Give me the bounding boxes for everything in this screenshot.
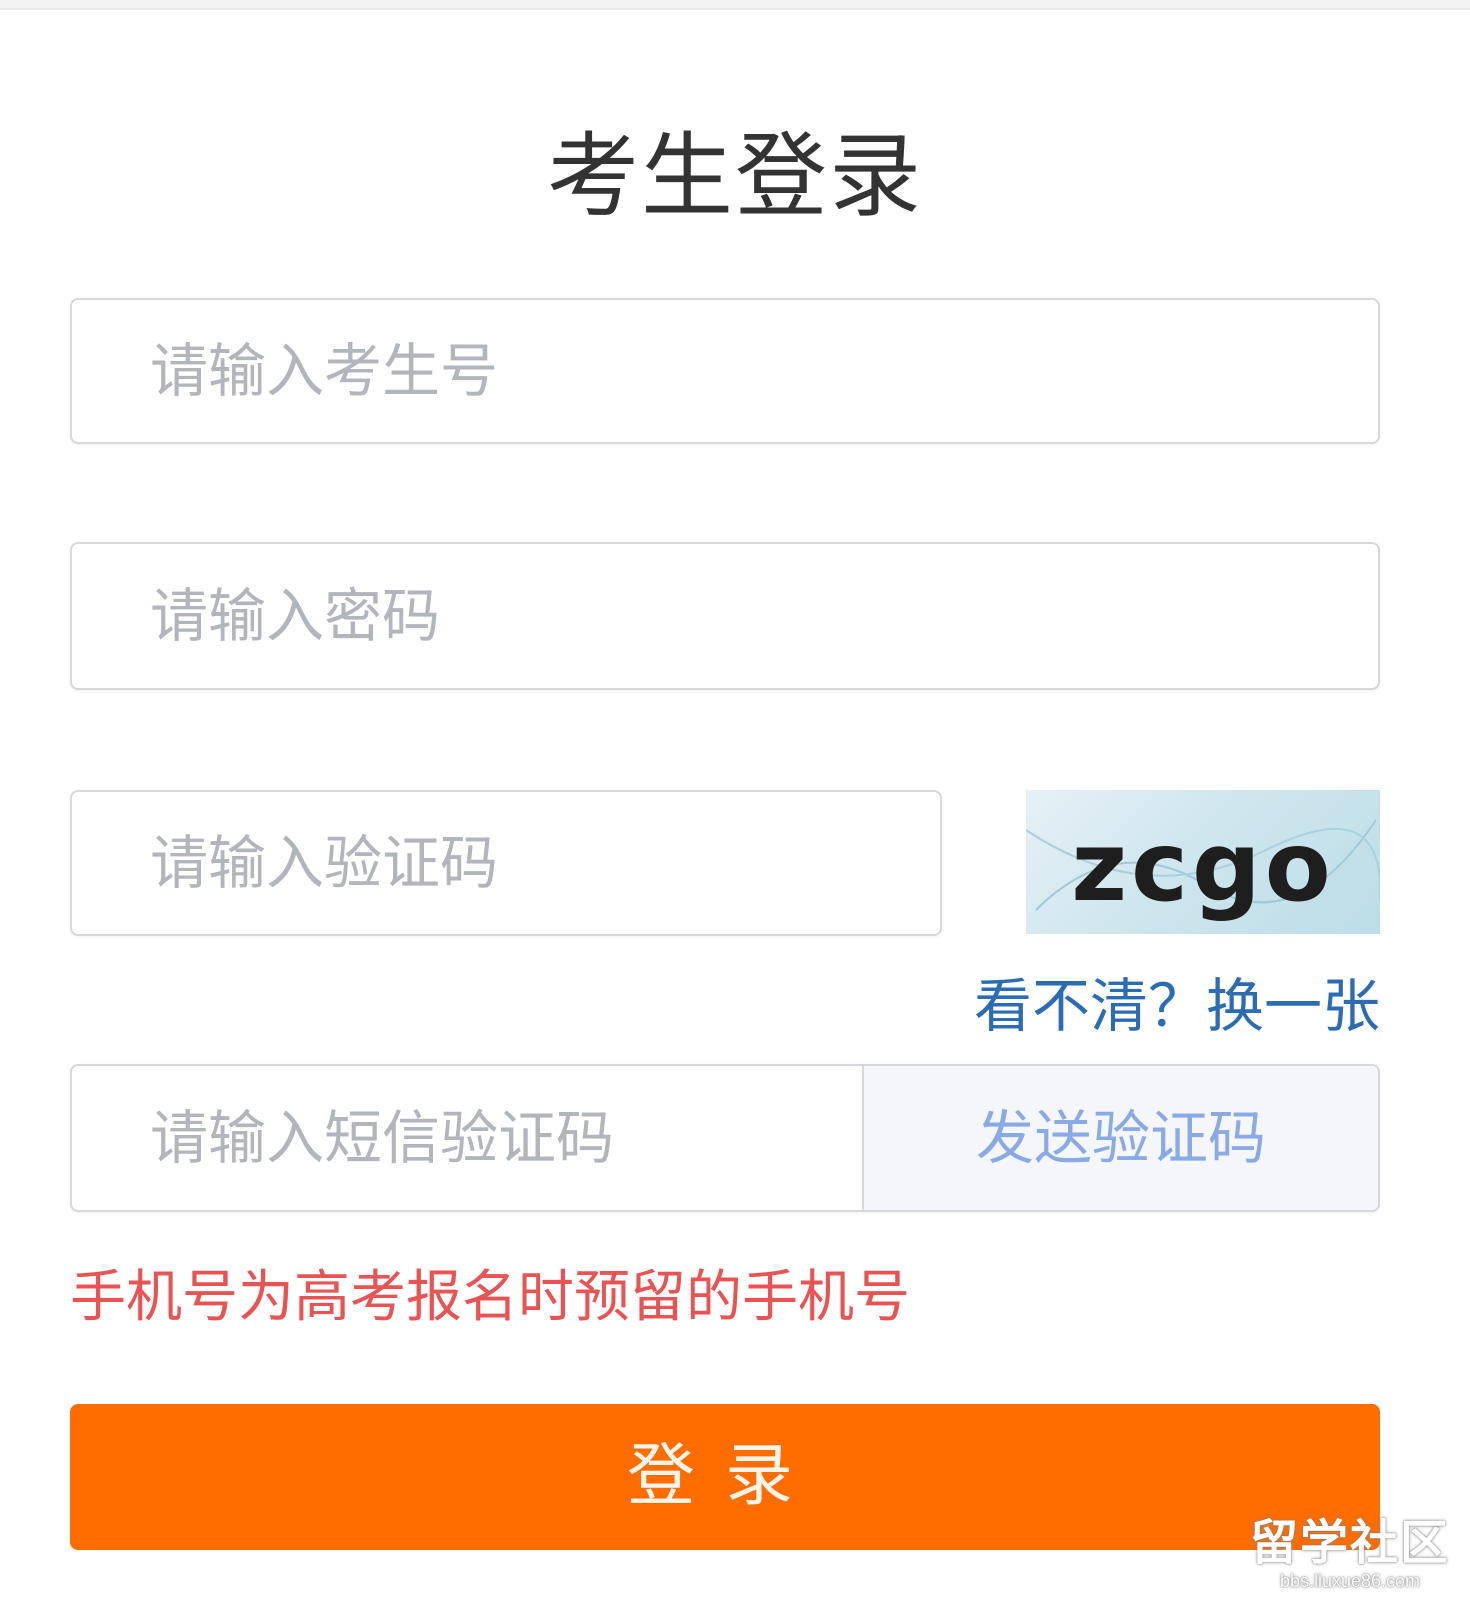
password-input[interactable] — [72, 544, 1378, 688]
top-divider — [0, 0, 1470, 10]
password-field[interactable] — [70, 542, 1380, 690]
captcha-text: zcgo — [1071, 811, 1334, 923]
candidate-number-input[interactable] — [72, 300, 1378, 442]
sms-input-wrapper — [72, 1066, 862, 1210]
watermark: 留学社区 bbs.liuxue86.com — [1250, 1516, 1450, 1592]
captcha-input[interactable] — [72, 792, 940, 934]
login-button[interactable]: 登录 — [70, 1404, 1380, 1550]
captcha-graphic: zcgo — [1026, 811, 1380, 923]
sms-code-input[interactable] — [72, 1066, 862, 1210]
sms-code-field: 发送验证码 — [70, 1064, 1380, 1212]
page-title: 考生登录 — [546, 123, 923, 230]
captcha-field[interactable] — [70, 790, 942, 936]
captcha-image[interactable]: zcgo — [1026, 790, 1380, 934]
send-code-button[interactable]: 发送验证码 — [862, 1066, 1378, 1210]
candidate-number-field[interactable] — [70, 298, 1380, 444]
captcha-refresh-link[interactable]: 看不清？换一张 — [974, 968, 1380, 1044]
phone-hint: 手机号为高考报名时预留的手机号 — [70, 1265, 910, 1330]
watermark-url: bbs.liuxue86.com — [1279, 1571, 1421, 1591]
watermark-logo: 留学社区 — [1249, 1515, 1450, 1571]
